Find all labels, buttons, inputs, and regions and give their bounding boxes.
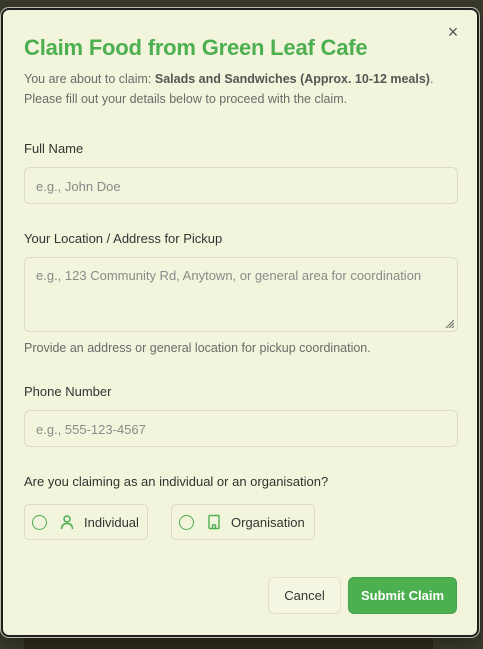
claim-food-modal: × Claim Food from Green Leaf Cafe You ar… xyxy=(1,8,479,637)
full-name-label: Full Name xyxy=(24,141,84,156)
intro-suffix: . xyxy=(429,72,434,86)
user-icon xyxy=(59,514,75,530)
phone-label: Phone Number xyxy=(24,384,112,399)
option-organisation[interactable]: Organisation xyxy=(171,504,315,540)
intro-prefix: You are about to claim: xyxy=(24,72,155,86)
organisation-label: Organisation xyxy=(231,514,305,530)
close-icon[interactable]: × xyxy=(445,23,461,41)
option-individual[interactable]: Individual xyxy=(24,504,148,540)
building-icon xyxy=(206,514,222,530)
submit-claim-button[interactable]: Submit Claim xyxy=(348,577,457,614)
resize-handle-icon[interactable] xyxy=(445,319,454,328)
modal-intro: You are about to claim: Salads and Sandw… xyxy=(24,69,464,109)
individual-label: Individual xyxy=(84,514,139,530)
location-placeholder: e.g., 123 Community Rd, Anytown, or gene… xyxy=(36,268,422,283)
location-textarea[interactable]: e.g., 123 Community Rd, Anytown, or gene… xyxy=(24,257,458,332)
phone-input[interactable]: e.g., 555-123-4567 xyxy=(24,410,458,447)
intro-line-2: Please fill out your details below to pr… xyxy=(24,92,348,106)
individual-radio[interactable] xyxy=(32,514,47,530)
modal-title: Claim Food from Green Leaf Cafe xyxy=(24,35,368,60)
claimed-item-name: Salads and Sandwiches (Approx. 10-12 mea… xyxy=(154,72,430,86)
location-help-text: Provide an address or general location f… xyxy=(24,341,371,355)
cancel-button[interactable]: Cancel xyxy=(268,577,341,614)
full-name-input[interactable]: e.g., John Doe xyxy=(24,167,458,204)
background-page-strip xyxy=(24,635,433,649)
location-label: Your Location / Address for Pickup xyxy=(24,231,223,246)
organisation-radio[interactable] xyxy=(179,514,194,530)
claimant-type-question: Are you claiming as an individual or an … xyxy=(24,474,329,489)
